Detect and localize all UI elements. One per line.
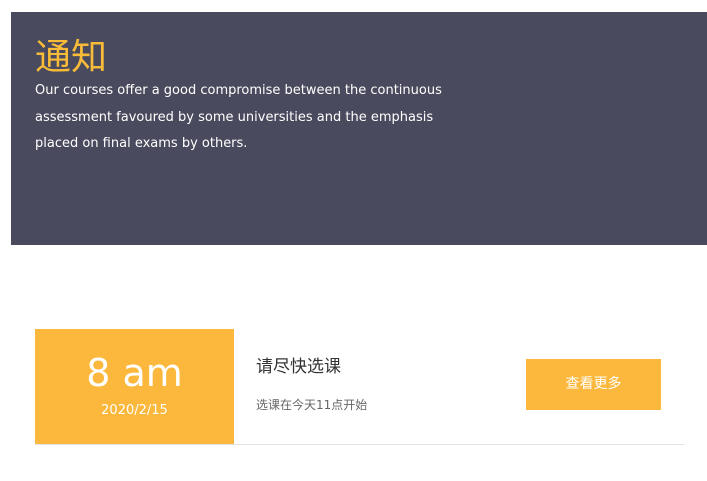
hero-description: Our courses offer a good compromise betw… — [35, 83, 442, 151]
hero-title: 通知 — [35, 37, 108, 78]
notice-subtitle: 选课在今天11点开始 — [256, 398, 368, 412]
notice-title: 请尽快选课 — [256, 357, 341, 377]
notice-time-box: 8 am 2020/2/15 — [35, 329, 234, 444]
notice-date: 2020/2/15 — [101, 403, 168, 418]
hero-banner: 通知 Our courses offer a good compromise b… — [11, 12, 707, 245]
notice-item: 8 am 2020/2/15 请尽快选课 选课在今天11点开始 查看更多 — [35, 329, 684, 445]
view-more-button[interactable]: 查看更多 — [526, 359, 661, 410]
page: 通知 Our courses offer a good compromise b… — [0, 0, 707, 481]
notice-time: 8 am — [86, 351, 183, 395]
